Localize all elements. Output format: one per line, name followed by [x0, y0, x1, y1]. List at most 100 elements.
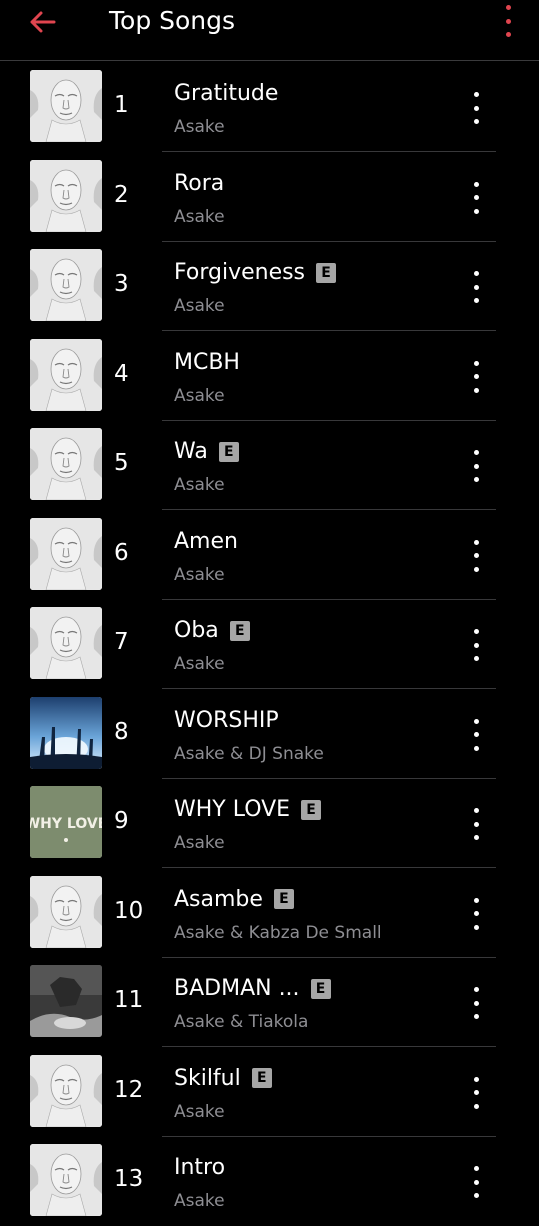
song-artist: Asake — [174, 564, 225, 585]
explicit-badge: E — [301, 799, 322, 820]
song-rank: 1 — [114, 92, 129, 118]
song-title: Amen — [174, 528, 238, 554]
song-row[interactable]: 1 Gratitude Asake — [0, 62, 539, 152]
song-title: Rora — [174, 170, 225, 196]
more-vertical-icon — [473, 629, 479, 634]
album-art-face-image — [30, 1144, 102, 1216]
song-title: Intro — [174, 1155, 226, 1180]
song-more-button[interactable] — [466, 539, 486, 572]
song-title-group: WORSHIP — [174, 708, 279, 733]
song-title: Forgiveness — [174, 260, 306, 285]
song-rank: 9 — [114, 808, 129, 834]
song-title-group: Intro — [174, 1155, 225, 1180]
song-more-button[interactable] — [466, 1166, 486, 1198]
top-bar: Top Songs — [0, 0, 539, 62]
song-artist: Asake — [174, 206, 225, 227]
album-art-photo-image — [30, 965, 102, 1037]
song-row[interactable]: 11 BADMAN ... E Asake & Tiakola — [0, 957, 539, 1047]
more-vertical-icon — [473, 450, 479, 455]
song-row[interactable]: 13 Intro Asake — [0, 1136, 539, 1226]
song-title: WORSHIP — [174, 707, 279, 733]
song-row[interactable]: WHY LOVE 9 WHY LOVE E Asake — [0, 778, 539, 868]
album-art — [30, 428, 102, 500]
song-row[interactable]: 5 Wa E Asake — [0, 420, 539, 510]
song-more-button[interactable] — [466, 1076, 486, 1109]
song-more-button[interactable] — [466, 808, 486, 840]
album-art — [30, 338, 102, 411]
song-more-button[interactable] — [466, 360, 486, 393]
explicit-badge: E — [310, 978, 331, 999]
album-art-face-image — [30, 428, 102, 500]
album-art: WHY LOVE — [30, 786, 102, 858]
more-vertical-icon — [473, 1076, 479, 1082]
song-more-button[interactable] — [466, 450, 486, 482]
song-artist: Asake — [174, 1191, 225, 1211]
album-art-face-image — [30, 607, 102, 679]
song-artist: Asake — [174, 654, 225, 674]
song-title: WHY LOVE — [174, 797, 291, 822]
explicit-badge: E — [251, 1068, 272, 1088]
song-title: Gratitude — [174, 81, 279, 106]
more-vertical-icon — [473, 897, 479, 903]
song-rank: 4 — [114, 360, 129, 387]
song-row[interactable]: 2 Rora Asake — [0, 152, 539, 242]
album-art — [30, 70, 102, 142]
album-art-face-image — [30, 159, 102, 232]
more-vertical-icon — [473, 718, 479, 724]
song-artist: Asake — [174, 1101, 225, 1122]
song-title-group: Amen — [174, 529, 238, 554]
song-rank: 5 — [114, 450, 129, 476]
song-artist: Asake & DJ Snake — [174, 743, 324, 764]
song-title-group: Forgiveness E — [174, 260, 337, 285]
song-artist: Asake — [174, 475, 225, 495]
song-rank: 11 — [114, 987, 144, 1013]
song-title: Skilful — [174, 1065, 241, 1091]
song-row[interactable]: 7 Oba E Asake — [0, 599, 539, 689]
song-row[interactable]: 4 MCBH Asake — [0, 331, 539, 421]
page-title: Top Songs — [109, 6, 236, 35]
back-button[interactable] — [24, 4, 60, 40]
song-more-button[interactable] — [466, 897, 486, 930]
song-artist: Asake — [174, 385, 225, 406]
song-row[interactable]: 8 WORSHIP Asake & DJ Snake — [0, 689, 539, 779]
song-more-button[interactable] — [466, 271, 486, 303]
song-more-button[interactable] — [466, 181, 486, 214]
song-row[interactable]: 12 Skilful E Asake — [0, 1047, 539, 1137]
song-title-group: Skilful E — [174, 1066, 272, 1091]
song-rank: 6 — [114, 539, 129, 566]
song-title-group: MCBH — [174, 350, 240, 375]
svg-text:WHY LOVE: WHY LOVE — [30, 816, 102, 832]
more-vertical-icon — [473, 987, 479, 992]
album-art — [30, 517, 102, 590]
album-art-face-image — [30, 70, 102, 142]
song-row[interactable]: 6 Amen Asake — [0, 510, 539, 600]
song-title-group: Gratitude — [174, 81, 278, 106]
song-more-button[interactable] — [466, 629, 486, 661]
more-vertical-icon — [473, 360, 479, 366]
album-art — [30, 875, 102, 948]
album-art-face-image — [30, 338, 102, 411]
song-row[interactable]: 3 Forgiveness E Asake — [0, 241, 539, 331]
song-row[interactable]: 10 Asambe E Asake & Kabza De Small — [0, 868, 539, 958]
song-title-group: BADMAN ... E — [174, 976, 331, 1001]
explicit-badge: E — [229, 620, 250, 641]
song-more-button[interactable] — [466, 718, 486, 751]
song-artist: Asake & Tiakola — [174, 1012, 309, 1032]
album-art — [30, 159, 102, 232]
album-art-crowd-image — [30, 696, 102, 769]
song-more-button[interactable] — [466, 987, 486, 1019]
album-art-why-love-image: WHY LOVE — [30, 786, 102, 858]
song-rank: 2 — [114, 181, 129, 208]
song-artist: Asake — [174, 833, 225, 853]
song-more-button[interactable] — [466, 92, 486, 124]
song-artist: Asake — [174, 117, 225, 137]
album-art-face-image — [30, 1054, 102, 1127]
song-title-group: Wa E — [174, 439, 239, 464]
album-art-face-image — [30, 517, 102, 590]
more-vertical-icon — [473, 181, 479, 187]
more-vertical-icon — [473, 92, 479, 97]
more-options-button[interactable] — [501, 5, 515, 37]
more-vertical-icon — [473, 808, 479, 813]
song-title: MCBH — [174, 349, 240, 375]
album-art — [30, 607, 102, 679]
